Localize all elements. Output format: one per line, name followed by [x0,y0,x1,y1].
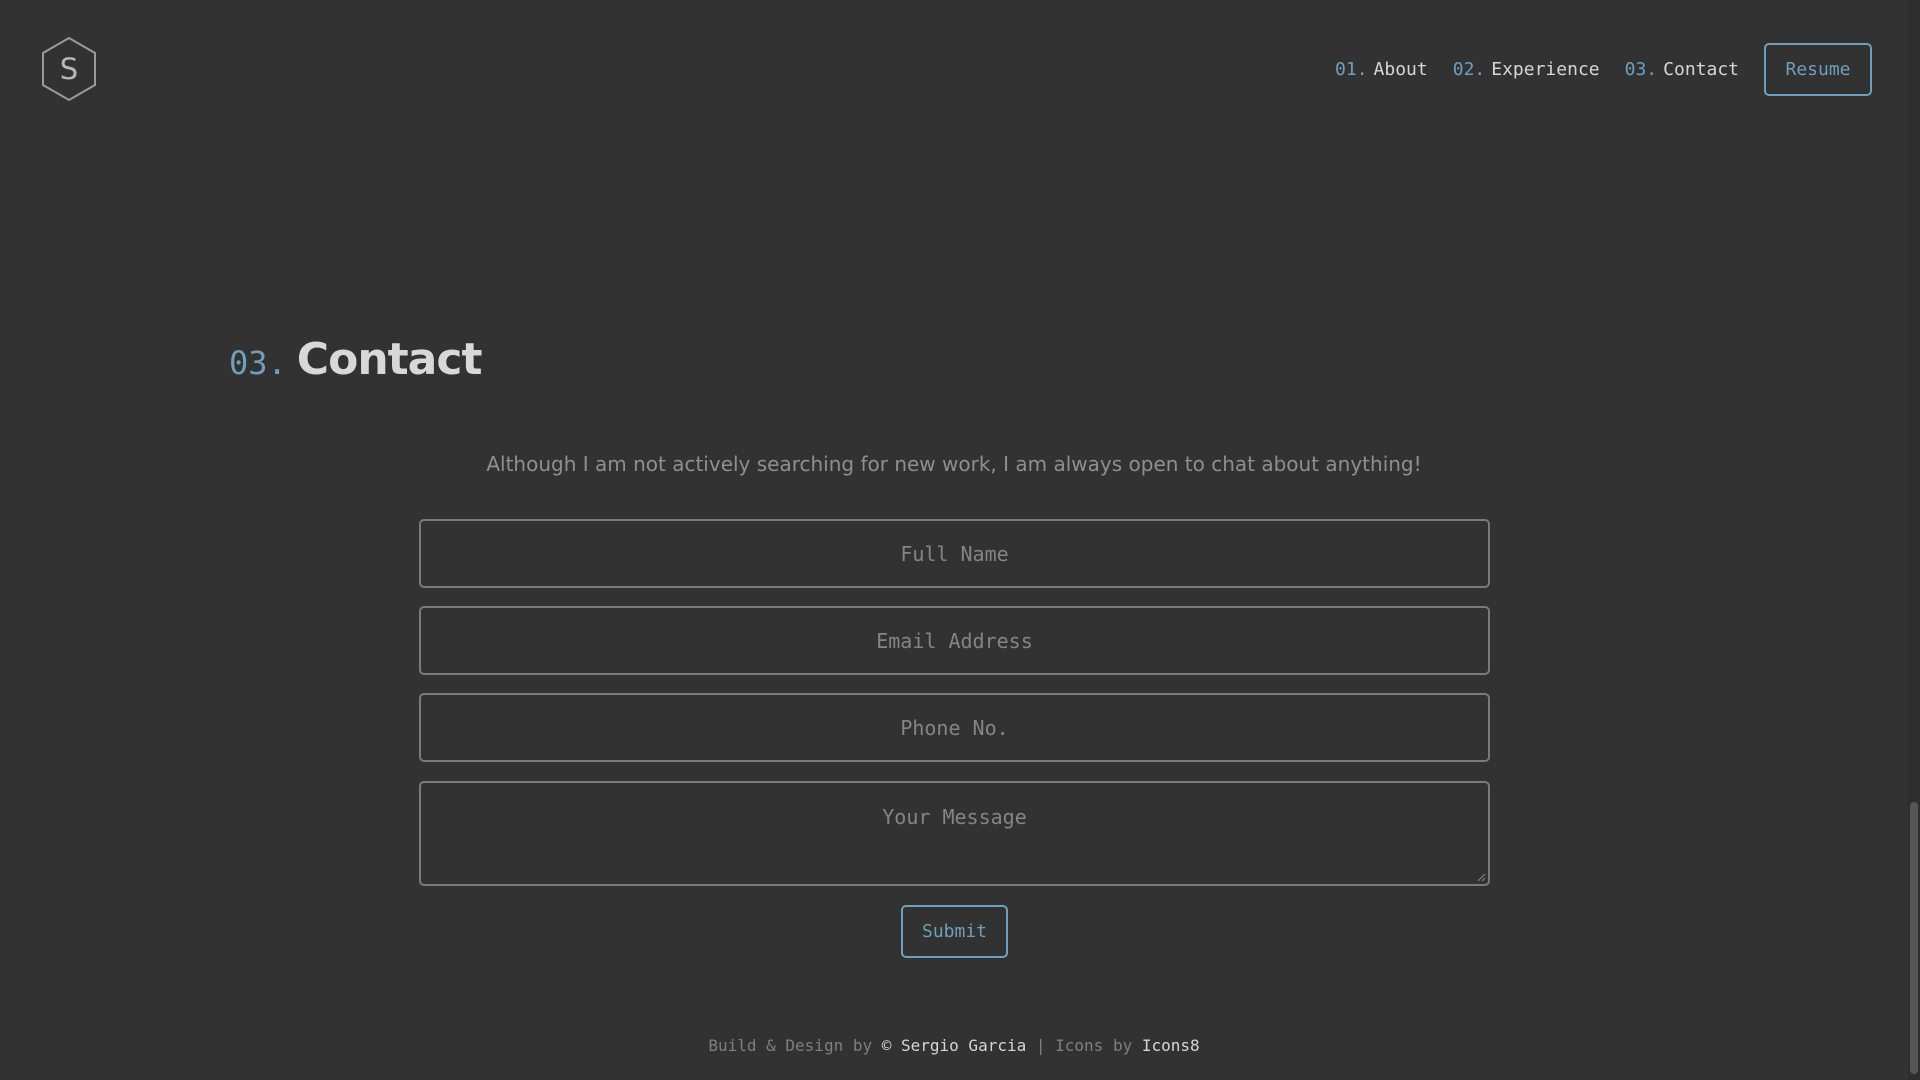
scrollbar-track[interactable] [1908,0,1920,1080]
page: S 01. About 02. Experience 03. Contact Resu… [0,0,1920,1080]
icons8-link[interactable]: Icons8 [1142,1036,1200,1055]
email-input[interactable] [419,606,1490,675]
footer: Build & Design by © Sergio Garcia | Icon… [0,1036,1908,1055]
resize-grip-icon[interactable] [1476,872,1486,882]
nav-label: Experience [1491,59,1600,80]
nav-number: 03. [1624,59,1658,80]
section-number: 03. [229,344,287,382]
footer-icons-prefix: Icons by [1055,1036,1142,1055]
nav-link-contact[interactable]: 03. Contact [1625,59,1739,80]
author-link[interactable]: © Sergio Garcia [882,1036,1027,1055]
nav-link-experience[interactable]: 02. Experience [1453,59,1600,80]
section-title: Contact [296,334,483,385]
footer-prefix: Build & Design by [708,1036,882,1055]
resume-button[interactable]: Resume [1764,43,1872,96]
section-heading: 03. Contact [229,334,483,385]
main-nav: 01. About 02. Experience 03. Contact Resume [1335,43,1872,96]
nav-label: Contact [1663,59,1739,80]
scrollbar-thumb[interactable] [1910,802,1918,1074]
logo-link[interactable]: S [40,36,98,102]
message-textarea[interactable] [419,781,1490,886]
submit-button[interactable]: Submit [901,905,1008,958]
contact-intro-text: Although I am not actively searching for… [486,452,1422,476]
footer-separator: | [1026,1036,1056,1055]
logo-letter: S [59,52,79,86]
nav-number: 02. [1452,59,1486,80]
nav-number: 01. [1335,59,1368,80]
phone-input[interactable] [419,693,1490,762]
nav-link-about[interactable]: 01. About [1335,59,1428,80]
nav-label: About [1373,59,1428,80]
full-name-input[interactable] [419,519,1490,588]
